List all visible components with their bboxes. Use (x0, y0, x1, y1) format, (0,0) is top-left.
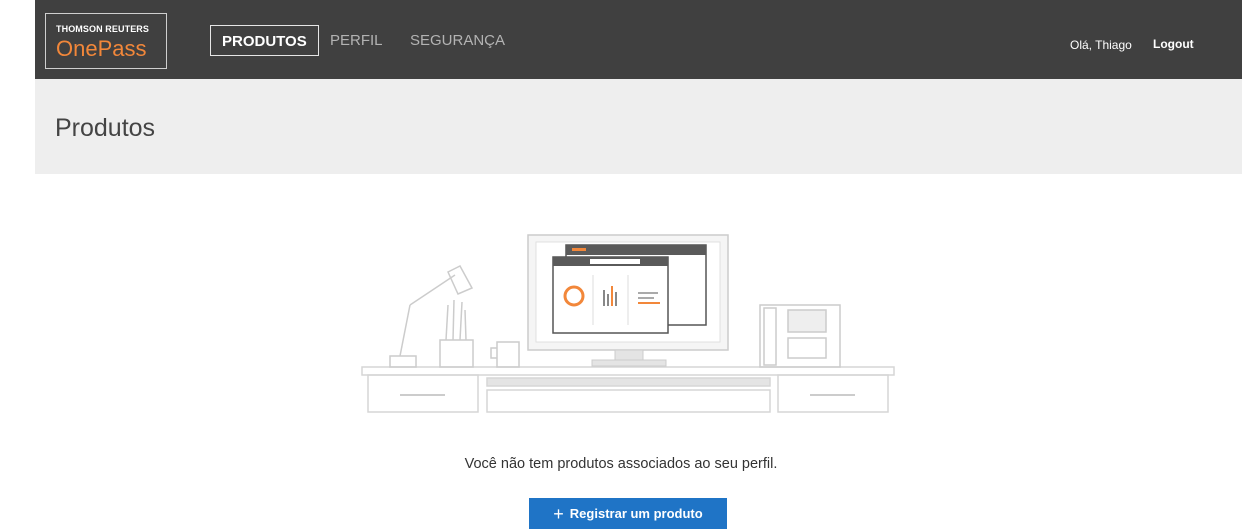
empty-desk-illustration (361, 234, 895, 413)
front-window-shape (552, 256, 669, 334)
nav-tab-perfil[interactable]: PERFIL (330, 25, 383, 56)
thomson-reuters-onepass-logo[interactable]: THOMSON REUTERS OnePass (45, 13, 167, 69)
pencil-cup-shape (439, 299, 474, 368)
mug-shape (490, 341, 520, 368)
page-title: Produtos (55, 114, 156, 142)
nav-tab-produtos[interactable]: PRODUTOS (210, 25, 319, 56)
register-product-button[interactable]: + Registrar um produto (529, 498, 727, 529)
desk-phone-shape (759, 304, 841, 368)
register-product-label: Registrar um produto (569, 506, 703, 521)
top-navigation-bar: THOMSON REUTERS OnePass PRODUTOS PERFIL … (35, 0, 1242, 79)
nav-tab-seguranca[interactable]: SEGURANÇA (410, 25, 505, 56)
lamp-shape (389, 265, 474, 368)
user-greeting: Olá, Thiago (1070, 38, 1132, 52)
brand-top-text: THOMSON REUTERS (56, 24, 150, 34)
desk-shape (361, 366, 895, 413)
empty-products-message: Você não tem produtos associados ao seu … (464, 456, 778, 472)
plus-icon: + (553, 503, 564, 524)
logout-link[interactable]: Logout (1153, 37, 1194, 51)
brand-name-text: OnePass (56, 36, 147, 61)
page-title-bar: Produtos (35, 79, 1242, 174)
